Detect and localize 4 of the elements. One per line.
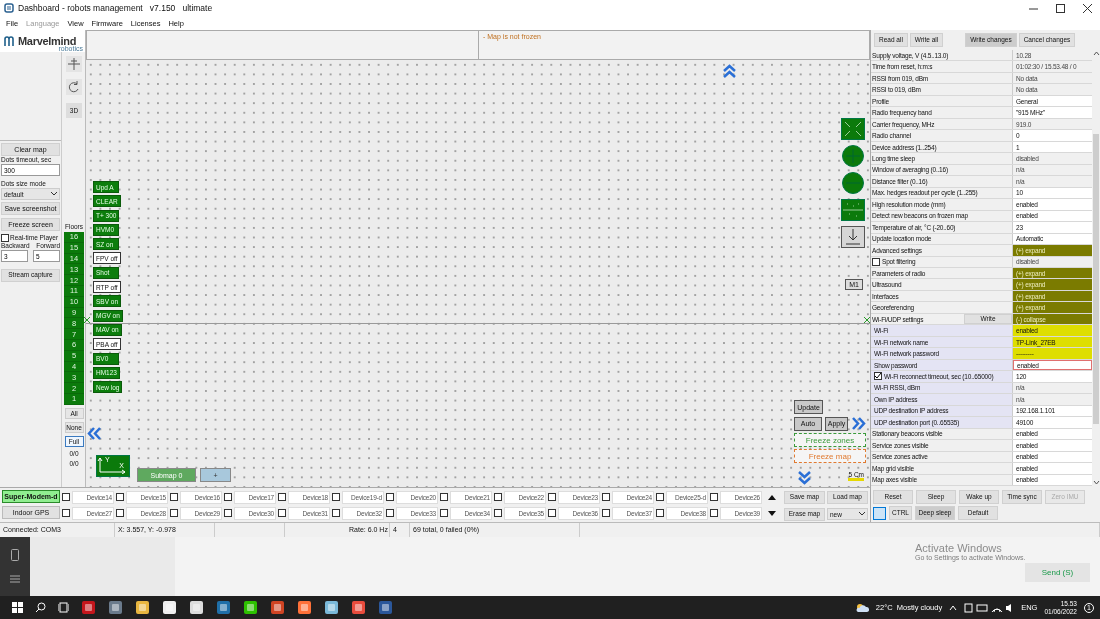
activation-title: Activate Windows bbox=[915, 542, 1003, 554]
window-title: Dashboard - robots management v7.150 ultimate bbox=[18, 3, 214, 13]
freeze-zones-button[interactable]: Freeze zones bbox=[794, 433, 866, 447]
logo-text: Marvelmind bbox=[18, 35, 77, 47]
